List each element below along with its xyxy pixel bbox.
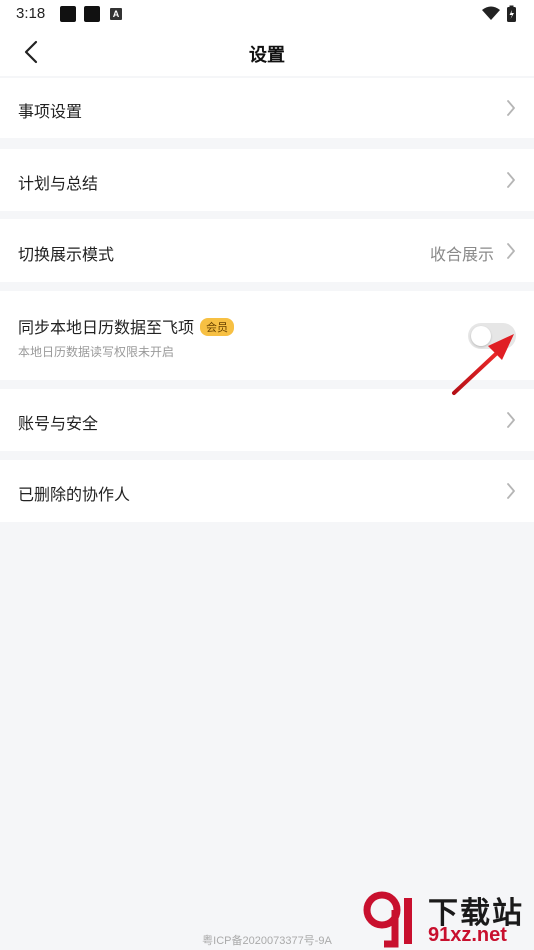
letter-a-icon: A (110, 8, 122, 20)
display-mode-value: 收合展示 (429, 247, 494, 264)
settings-item-label: 事项设置 (18, 104, 83, 121)
chevron-right-icon (507, 172, 515, 188)
settings-item-label: 计划与总结 (18, 176, 99, 193)
status-time: 3:18 (16, 5, 46, 22)
chevron-right-icon (507, 243, 515, 259)
settings-item-subtitle: 本地日历数据读写权限未开启 (18, 345, 175, 359)
watermark: 下载站 91xz.net (362, 886, 534, 950)
status-bar: 3:18 A (0, 0, 534, 28)
chevron-right-icon (507, 100, 515, 116)
settings-item-display-mode[interactable]: 切换展示模式 收合展示 (0, 219, 534, 282)
notification-icon (60, 6, 76, 22)
page-title: 设置 (249, 45, 285, 65)
watermark-logo-icon (363, 891, 412, 948)
nav-bar: 设置 (0, 28, 534, 76)
wifi-battery-icon (482, 5, 516, 22)
settings-item-event[interactable]: 事项设置 (0, 78, 534, 138)
settings-item-label: 账号与安全 (18, 416, 99, 433)
settings-item-label-wrap: 同步本地日历数据至飞项 会员 (18, 314, 235, 338)
settings-item-label: 已删除的协作人 (18, 487, 131, 504)
settings-item-label: 同步本地日历数据至飞项 (18, 320, 195, 337)
notification-icon (84, 6, 100, 22)
status-icons (480, 5, 520, 28)
chevron-right-icon (507, 412, 515, 428)
annotation-arrow-icon (452, 334, 514, 395)
chevron-right-icon (507, 483, 515, 499)
settings-item-label: 切换展示模式 (18, 247, 115, 264)
settings-item-plan-summary[interactable]: 计划与总结 (0, 149, 534, 211)
watermark-url: 91xz.net (428, 924, 507, 946)
settings-item-deleted-collaborators[interactable]: 已删除的协作人 (0, 460, 534, 522)
member-badge: 会员 (200, 318, 235, 336)
